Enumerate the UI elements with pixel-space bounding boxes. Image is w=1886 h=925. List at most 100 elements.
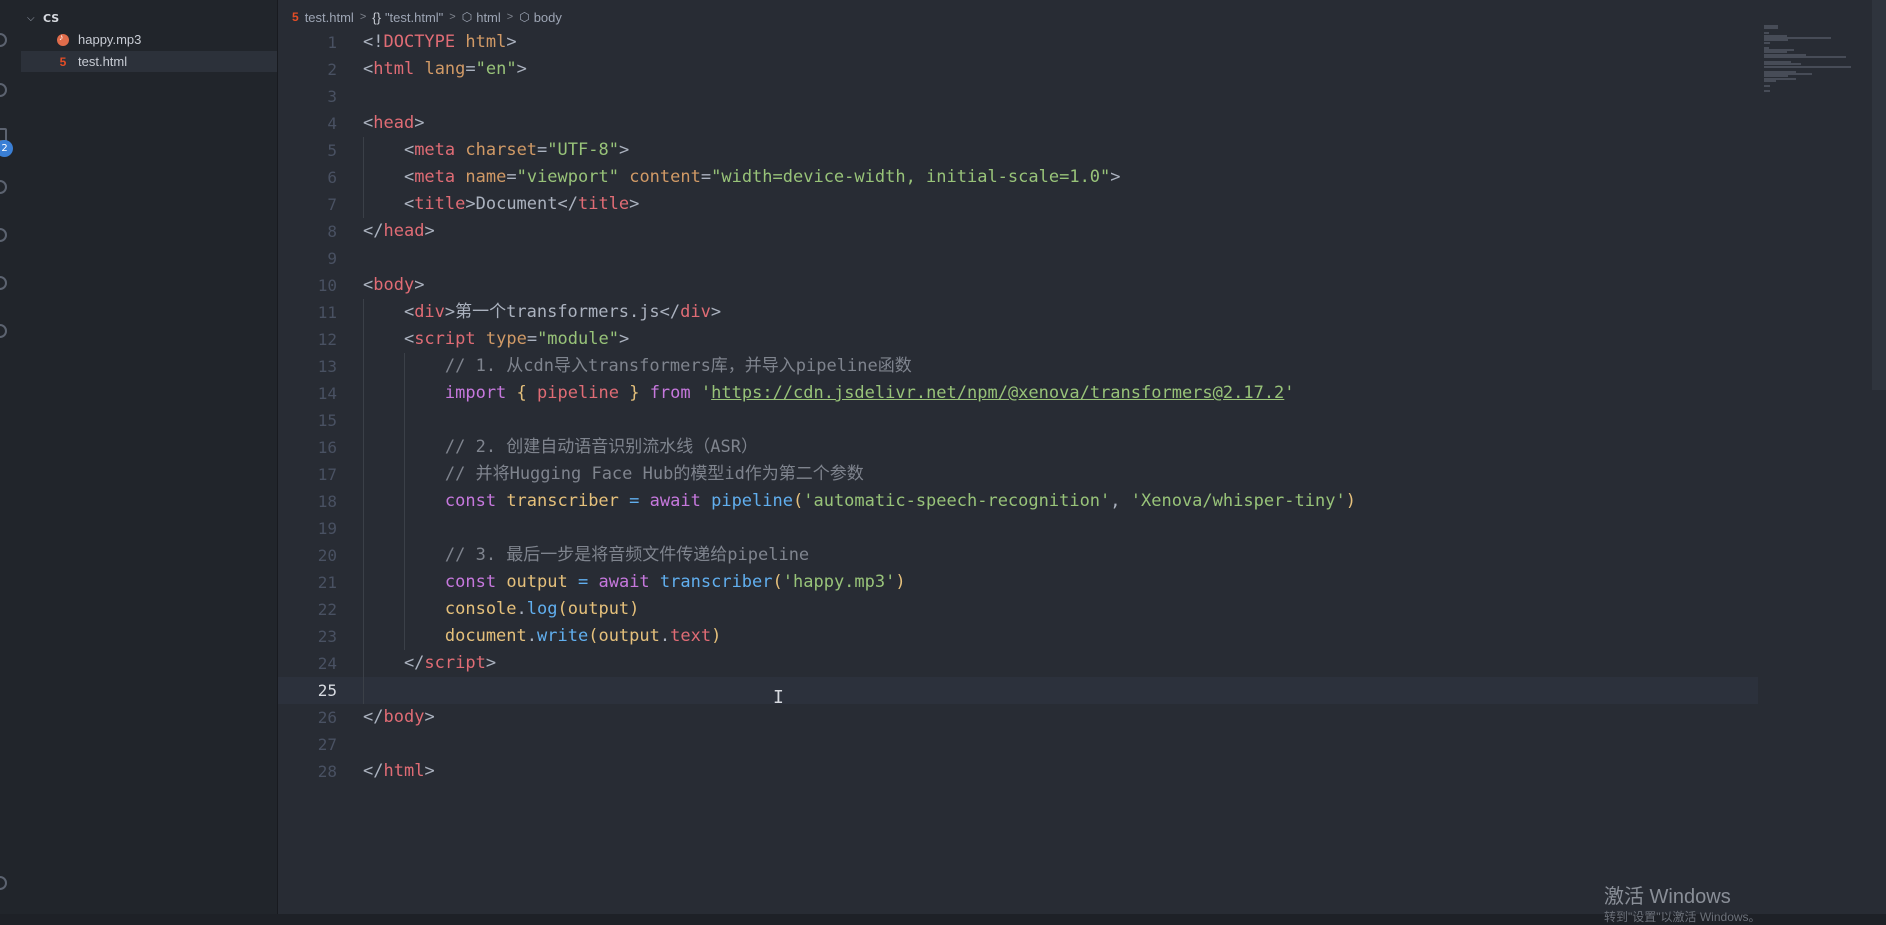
- code-token: // 3. 最后一步是将音频文件传递给pipeline: [363, 545, 810, 565]
- search-icon[interactable]: [0, 33, 7, 47]
- file-item-happy-mp3[interactable]: happy.mp3: [21, 29, 277, 50]
- code-token: >: [618, 140, 630, 160]
- code-line[interactable]: 16 // 2. 创建自动语音识别流水线（ASR）: [278, 434, 1758, 461]
- code-token: 'happy.mp3': [782, 572, 896, 592]
- code-token: .: [526, 626, 538, 646]
- code-token: head: [373, 113, 415, 133]
- minimap[interactable]: [1764, 25, 1860, 95]
- breadcrumb-file[interactable]: test.html: [305, 10, 354, 25]
- editor-pane[interactable]: 5 test.html > {} "test.html" > ⬡ html > …: [278, 0, 1886, 914]
- code-text: <div>第一个transformers.js</div>: [363, 299, 721, 326]
- code-line[interactable]: 13 // 1. 从cdn导入transformers库，并导入pipeline…: [278, 353, 1758, 380]
- timeline-icon[interactable]: [0, 276, 7, 290]
- chevron-right-icon: >: [359, 11, 367, 23]
- line-number: 15: [317, 411, 337, 430]
- minimap-line: [1764, 56, 1846, 59]
- code-text: </html>: [363, 758, 435, 785]
- code-line[interactable]: 24 </script>: [278, 650, 1758, 677]
- code-line[interactable]: 15: [278, 407, 1758, 434]
- live-share-icon[interactable]: [0, 324, 7, 338]
- line-number: 8: [327, 222, 337, 241]
- code-token: html: [383, 761, 425, 781]
- code-line[interactable]: 5 <meta charset="UTF-8">: [278, 137, 1758, 164]
- code-text: // 2. 创建自动语音识别流水线（ASR）: [363, 434, 758, 461]
- code-line[interactable]: 22 console.log(output): [278, 596, 1758, 623]
- code-line[interactable]: 14 import { pipeline } from 'https://cdn…: [278, 380, 1758, 407]
- code-token: type: [485, 329, 527, 349]
- indent-guide: [363, 407, 364, 434]
- code-line[interactable]: 23 document.write(output.text): [278, 623, 1758, 650]
- run-debug-icon[interactable]: [0, 180, 7, 194]
- code-line[interactable]: 2 <html lang="en">: [278, 56, 1758, 83]
- code-line[interactable]: 21 const output = await transcriber('hap…: [278, 569, 1758, 596]
- code-line[interactable]: 4 <head>: [278, 110, 1758, 137]
- file-item-test-html[interactable]: 5 test.html: [21, 51, 277, 72]
- line-number: 9: [327, 249, 337, 268]
- breadcrumb-element-body[interactable]: body: [534, 10, 562, 25]
- minimap-line: [1764, 65, 1852, 68]
- code-line[interactable]: 26 </body>: [278, 704, 1758, 731]
- code-line[interactable]: 18 const transcriber = await pipeline('a…: [278, 488, 1758, 515]
- code-token: .: [516, 599, 527, 619]
- code-token: ': [700, 383, 712, 403]
- code-text: <meta charset="UTF-8">: [363, 137, 629, 164]
- code-text: // 3. 最后一步是将音频文件传递给pipeline: [363, 542, 809, 569]
- code-token: from: [649, 383, 691, 403]
- code-area[interactable]: 1 <!DOCTYPE html> 2 <html lang="en"> 3 4 <head…: [278, 29, 1758, 785]
- vertical-scrollbar[interactable]: [1872, 0, 1886, 914]
- scrollbar-thumb[interactable]: [1872, 0, 1886, 390]
- code-token: </: [363, 707, 384, 727]
- code-line[interactable]: 12 <script type="module">: [278, 326, 1758, 353]
- code-line[interactable]: 1 <!DOCTYPE html>: [278, 29, 1758, 56]
- code-token: <: [363, 59, 374, 79]
- code-token: output: [567, 599, 630, 619]
- code-line[interactable]: 10 <body>: [278, 272, 1758, 299]
- code-line[interactable]: 19: [278, 515, 1758, 542]
- code-token: DOCTYPE: [383, 32, 456, 52]
- code-token: >: [516, 59, 527, 79]
- code-token: content: [629, 167, 701, 187]
- code-line[interactable]: 8 </head>: [278, 218, 1758, 245]
- code-line[interactable]: 11 <div>第一个transformers.js</div>: [278, 299, 1758, 326]
- code-token: =: [629, 491, 640, 511]
- code-line[interactable]: 9: [278, 245, 1758, 272]
- account-icon[interactable]: [0, 876, 7, 890]
- code-line[interactable]: 17 // 并将Hugging Face Hub的模型id作为第二个参数: [278, 461, 1758, 488]
- minimap-line: [1764, 41, 1771, 44]
- remote-explorer-icon[interactable]: [0, 228, 7, 242]
- code-token: }: [629, 383, 640, 403]
- activation-watermark: 激活 Windows: [1604, 886, 1731, 908]
- line-number: 5: [327, 141, 337, 160]
- code-line[interactable]: 27: [278, 731, 1758, 758]
- chevron-down-icon: ⌵: [27, 12, 35, 24]
- code-token: >: [485, 653, 497, 673]
- code-token: </: [363, 653, 425, 673]
- element-icon: ⬡: [461, 10, 473, 24]
- code-token: =: [526, 329, 538, 349]
- code-token: 'automatic-speech-recognition': [803, 491, 1111, 511]
- breadcrumb-symbol[interactable]: "test.html": [385, 10, 443, 25]
- breadcrumb: 5 test.html > {} "test.html" > ⬡ html > …: [292, 8, 562, 26]
- code-line[interactable]: 25: [278, 677, 1758, 704]
- code-token: pipeline: [537, 383, 619, 403]
- code-line[interactable]: 6 <meta name="viewport" content="width=d…: [278, 164, 1758, 191]
- code-token: meta: [414, 167, 456, 187]
- code-line[interactable]: 28 </html>: [278, 758, 1758, 785]
- line-number: 20: [317, 546, 337, 565]
- code-token: charset: [465, 140, 538, 160]
- breadcrumb-element-html[interactable]: html: [476, 10, 501, 25]
- code-line[interactable]: 7 <title>Document</title>: [278, 191, 1758, 218]
- folder-cs[interactable]: ⌵ CS: [21, 8, 277, 28]
- code-line[interactable]: 20 // 3. 最后一步是将音频文件传递给pipeline: [278, 542, 1758, 569]
- source-control-icon[interactable]: [0, 83, 7, 97]
- code-token: lang: [424, 59, 466, 79]
- code-line[interactable]: 3: [278, 83, 1758, 110]
- code-token: >: [506, 32, 517, 52]
- code-token: "module": [537, 329, 619, 349]
